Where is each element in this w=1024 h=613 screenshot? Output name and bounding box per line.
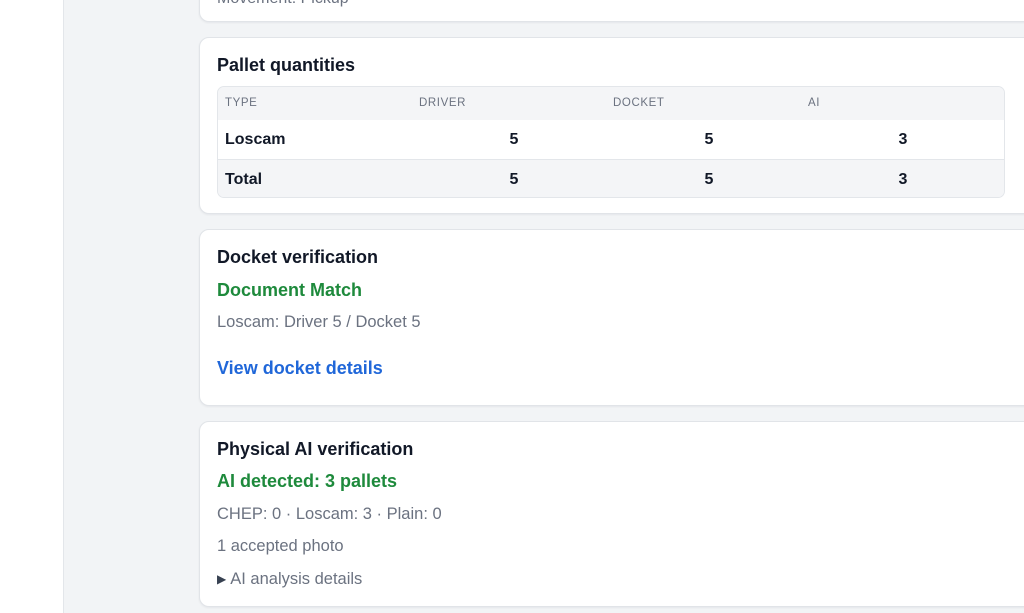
docket-verification-card: Docket verification Document Match Losca… xyxy=(199,229,1024,406)
total-ai-qty: 3 xyxy=(898,171,908,188)
left-sidebar xyxy=(0,0,64,613)
ai-status: AI detected: 3 pallets xyxy=(217,471,398,491)
column-header-type: TYPE xyxy=(225,97,258,109)
column-header-docket: DOCKET xyxy=(613,97,665,109)
total-label: Total xyxy=(225,171,263,188)
docket-status: Document Match xyxy=(217,280,363,300)
column-header-driver: DRIVER xyxy=(419,97,467,109)
pallet-quantities-card: Pallet quantities TYPE DRIVER DOCKET AI … xyxy=(199,37,1024,214)
ai-analysis-details-toggle[interactable]: ▶ AI analysis details xyxy=(217,570,362,589)
row-ai-qty: 3 xyxy=(898,131,908,148)
docket-summary: Loscam: Driver 5 / Docket 5 xyxy=(217,313,421,331)
table-row: Loscam 5 5 3 xyxy=(218,120,1004,160)
pallet-quantities-title: Pallet quantities xyxy=(217,55,356,75)
pallet-quantities-table: TYPE DRIVER DOCKET AI Loscam 5 5 3 Total… xyxy=(217,86,1005,198)
table-total-row: Total 5 5 3 xyxy=(218,160,1004,197)
total-docket-qty: 5 xyxy=(704,171,714,188)
ai-verification-card: Physical AI verification AI detected: 3 … xyxy=(199,421,1024,607)
ai-analysis-details-label: AI analysis details xyxy=(230,570,363,588)
view-docket-details-link[interactable]: View docket details xyxy=(217,358,383,379)
row-type: Loscam xyxy=(225,131,286,148)
disclosure-triangle-icon: ▶ xyxy=(217,572,227,586)
table-header: TYPE DRIVER DOCKET AI xyxy=(218,87,1004,121)
row-driver-qty: 5 xyxy=(509,131,519,148)
ai-verification-title: Physical AI verification xyxy=(217,439,414,459)
column-header-ai: AI xyxy=(808,97,821,109)
total-driver-qty: 5 xyxy=(509,171,519,188)
row-docket-qty: 5 xyxy=(704,131,714,148)
ai-breakdown: CHEP: 0 · Loscam: 3 · Plain: 0 xyxy=(217,505,442,523)
docket-verification-title: Docket verification xyxy=(217,247,379,267)
movement-text: Movement: Pickup xyxy=(217,0,349,8)
accepted-photos-count: 1 accepted photo xyxy=(217,537,344,555)
movement-card: Movement: Pickup xyxy=(199,0,1024,22)
